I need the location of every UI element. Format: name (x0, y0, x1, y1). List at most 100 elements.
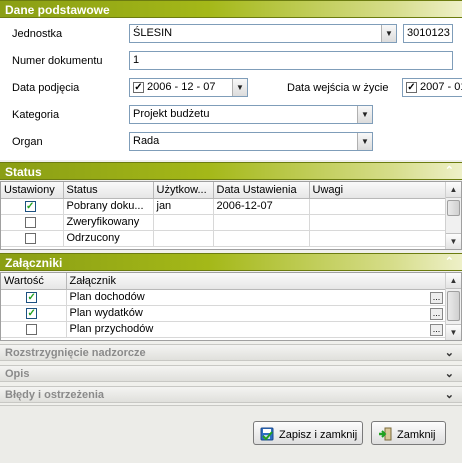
dropdown-arrow-icon[interactable]: ▼ (357, 133, 372, 150)
browse-button[interactable]: ... (430, 323, 443, 336)
section-title: Status (5, 165, 42, 179)
dropdown-arrow-icon[interactable]: ▼ (232, 79, 247, 96)
attachment-name: Plan wydatków (69, 306, 143, 319)
save-icon (260, 427, 274, 441)
table-row[interactable]: Odrzucony (1, 230, 447, 247)
table-row[interactable]: Zweryfikowany (1, 214, 447, 231)
browse-button[interactable]: ... (430, 291, 443, 304)
status-cell: Zweryfikowany (63, 214, 154, 231)
exit-door-icon (379, 427, 392, 441)
collapse-chevron-icon[interactable]: ⌃ (445, 255, 454, 268)
attachment-checkbox[interactable] (26, 323, 38, 335)
notes-cell (309, 214, 447, 231)
adoption-date-value: 2006 - 12 - 07 (147, 81, 216, 93)
status-cell: Odrzucony (63, 230, 154, 247)
attachment-name: Plan przychodów (69, 322, 154, 335)
user-cell (153, 214, 214, 231)
effective-date-value: 2007 - 01 (420, 81, 462, 93)
adoption-date-picker[interactable]: ✓ 2006 - 12 - 07 ▼ (129, 78, 248, 97)
table-row[interactable]: ✓ Pobrany doku... jan 2006-12-07 (1, 198, 447, 215)
status-checkbox[interactable]: ✓ (24, 200, 36, 212)
unit-value: ŚLESIN (133, 27, 173, 39)
section-title: Błędy i ostrzeżenia (5, 389, 105, 401)
column-header[interactable]: Uwagi (309, 182, 447, 199)
column-header[interactable]: Załącznik (66, 273, 447, 290)
table-row[interactable]: Plan przychodów... (1, 321, 447, 338)
organ-label: Organ (12, 136, 43, 148)
status-cell: Pobrany doku... (63, 198, 154, 215)
collapse-chevron-icon[interactable]: ⌃ (445, 164, 454, 177)
adoption-date-label: Data podjęcia (12, 82, 80, 94)
date-cell: 2006-12-07 (213, 198, 310, 215)
unit-code-field[interactable]: 3010123 (403, 24, 453, 43)
dropdown-arrow-icon[interactable]: ▼ (357, 106, 372, 123)
status-checkbox[interactable] (24, 232, 36, 244)
scroll-thumb[interactable] (447, 291, 460, 321)
date-cell (213, 230, 310, 247)
column-header[interactable]: Status (63, 182, 154, 199)
basic-form: Jednostka ŚLESIN ▼ 3010123 Numer dokumen… (0, 18, 462, 160)
section-title: Dane podstawowe (5, 3, 110, 17)
effective-date-label: Data wejścia w życie (287, 82, 389, 94)
attachment-checkbox[interactable]: ✓ (26, 307, 38, 319)
notes-cell (309, 230, 447, 247)
effective-date-picker[interactable]: ✓ 2007 - 01 (402, 78, 462, 97)
vertical-scrollbar[interactable]: ▲ ▼ (445, 273, 461, 340)
category-combo[interactable]: Projekt budżetu ▼ (129, 105, 373, 124)
expand-chevron-icon[interactable]: ⌄ (445, 367, 454, 380)
table-header-row: Ustawiony Status Użytkow... Data Ustawie… (1, 182, 447, 199)
attachments-grid: Wartość Załącznik ✓ Plan dochodów... ✓ P… (0, 272, 462, 341)
save-close-button[interactable]: Zapisz i zamknij (253, 421, 363, 445)
status-checkbox[interactable] (24, 216, 36, 228)
browse-button[interactable]: ... (430, 307, 443, 320)
expand-chevron-icon[interactable]: ⌄ (445, 388, 454, 401)
close-button[interactable]: Zamknij (371, 421, 446, 445)
table-row[interactable]: ✓ Plan dochodów... (1, 289, 447, 306)
unit-code-value: 3010123 (407, 27, 450, 39)
user-cell (153, 230, 214, 247)
scroll-down-icon[interactable]: ▼ (446, 233, 461, 249)
scroll-up-icon[interactable]: ▲ (446, 273, 461, 289)
adoption-date-checkbox[interactable]: ✓ (133, 81, 144, 93)
section-header-basic[interactable]: Dane podstawowe (0, 0, 462, 18)
unit-combo[interactable]: ŚLESIN ▼ (129, 24, 397, 43)
effective-date-checkbox[interactable]: ✓ (406, 81, 417, 93)
section-title: Opis (5, 368, 30, 380)
section-title: Rozstrzygnięcie nadzorcze (5, 347, 146, 359)
table-header-row: Wartość Załącznik (1, 273, 447, 290)
column-header[interactable]: Data Ustawienia (213, 182, 310, 199)
category-value: Projekt budżetu (133, 108, 210, 120)
table-row[interactable]: ✓ Plan wydatków... (1, 305, 447, 322)
doc-number-field[interactable]: 1 (129, 51, 453, 70)
column-header[interactable]: Ustawiony (1, 182, 64, 199)
category-label: Kategoria (12, 109, 60, 121)
section-header-status[interactable]: Status ⌃ (0, 162, 462, 180)
doc-number-value: 1 (133, 54, 140, 66)
section-header-errors[interactable]: Błędy i ostrzeżenia ⌄ (0, 386, 462, 403)
unit-label: Jednostka (12, 28, 63, 40)
close-label: Zamknij (397, 429, 436, 441)
section-header-attachments[interactable]: Załączniki ⌃ (0, 253, 462, 271)
user-cell: jan (153, 198, 214, 215)
expand-chevron-icon[interactable]: ⌄ (445, 346, 454, 359)
doc-number-label: Numer dokumentu (12, 55, 103, 67)
footer-bar: Zapisz i zamknij Zamknij (0, 405, 462, 463)
dropdown-arrow-icon[interactable]: ▼ (381, 25, 396, 42)
section-title: Załączniki (5, 256, 63, 270)
organ-combo[interactable]: Rada ▼ (129, 132, 373, 151)
scroll-down-icon[interactable]: ▼ (446, 324, 461, 340)
attachment-checkbox[interactable]: ✓ (26, 291, 38, 303)
section-header-description[interactable]: Opis ⌄ (0, 365, 462, 382)
column-header[interactable]: Wartość (1, 273, 67, 290)
date-cell (213, 214, 310, 231)
status-grid: Ustawiony Status Użytkow... Data Ustawie… (0, 181, 462, 250)
organ-value: Rada (133, 135, 160, 147)
notes-cell (309, 198, 447, 215)
section-header-supervision[interactable]: Rozstrzygnięcie nadzorcze ⌄ (0, 344, 462, 361)
attachment-name: Plan dochodów (69, 290, 145, 303)
save-close-label: Zapisz i zamknij (279, 429, 358, 441)
scroll-thumb[interactable] (447, 200, 460, 216)
scroll-up-icon[interactable]: ▲ (446, 182, 461, 198)
column-header[interactable]: Użytkow... (153, 182, 214, 199)
vertical-scrollbar[interactable]: ▲ ▼ (445, 182, 461, 249)
